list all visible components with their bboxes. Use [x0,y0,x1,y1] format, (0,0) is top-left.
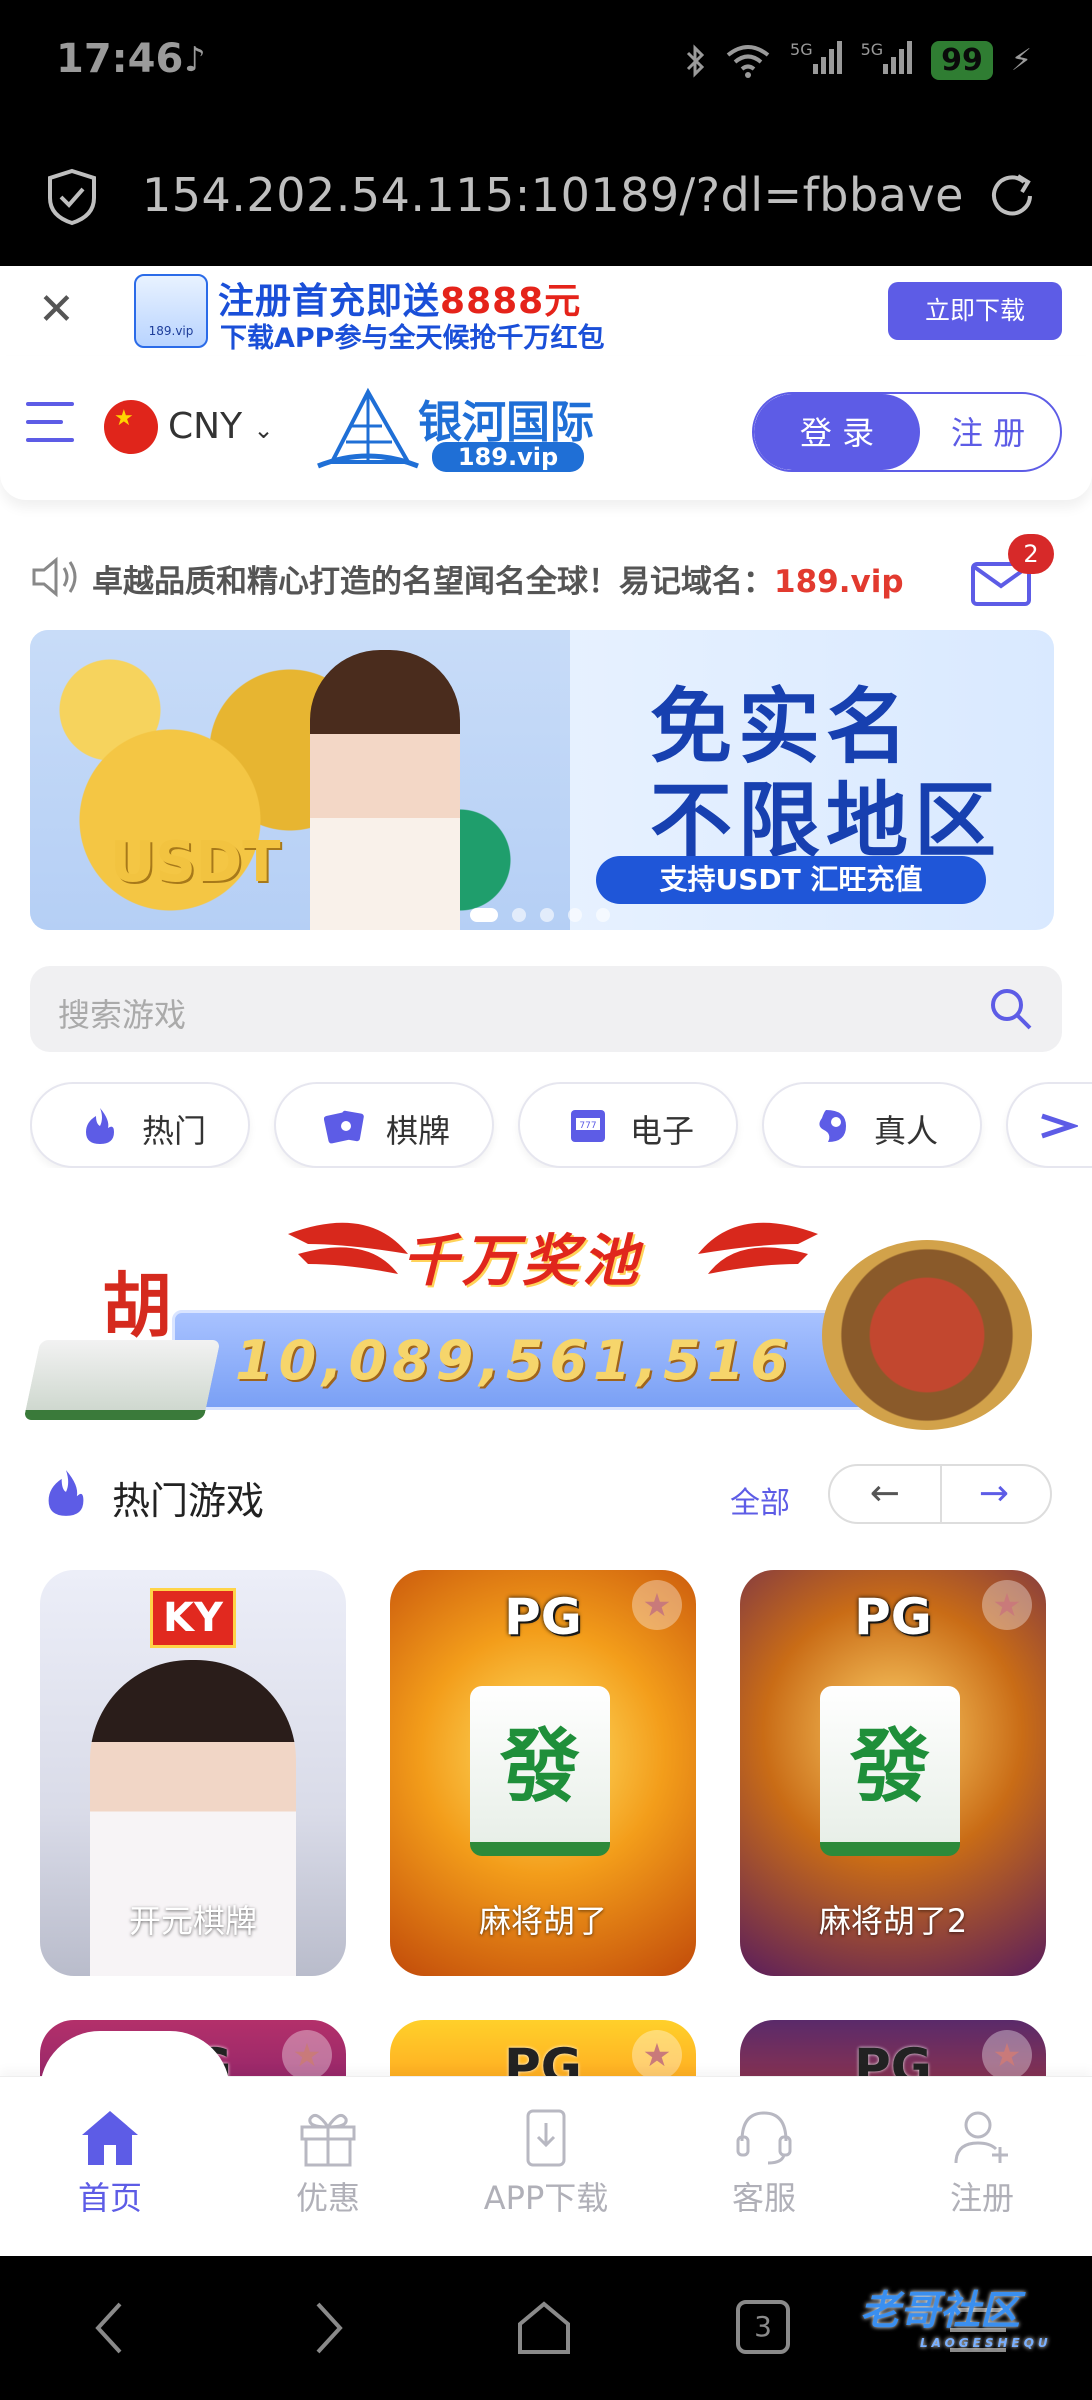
game-name: 开元棋牌 [128,1902,257,1940]
live-dealer-icon [819,1110,846,1142]
menu-icon[interactable] [26,402,74,446]
wifi-icon [726,44,770,78]
search-bar[interactable]: 搜索游戏 [30,966,1062,1052]
status-bar: 17:46 ♪ 5G 5G 99 ⚡ [0,0,1092,128]
promo-banner[interactable]: USDT 免实名 不限地区 支持USDT 汇旺充值 [30,630,1054,930]
hot-games-header: 热门游戏 全部 ← → [30,1460,1062,1530]
auth-toggle: 登 录 注 册 [752,392,1062,472]
reload-icon[interactable] [984,168,1040,224]
category-live[interactable]: 真人 [762,1082,982,1168]
category-cards[interactable]: 棋牌 [274,1082,494,1168]
nav-app-download[interactable]: APP下载 [456,2107,636,2237]
favorite-star-icon[interactable]: ★ [632,1580,682,1630]
forward-icon[interactable] [308,2300,348,2356]
charging-icon: ⚡ [1010,43,1032,78]
jackpot-banner[interactable]: 千万奖池 10,089,561,516 胡 [22,1210,1070,1438]
notice-marquee: 卓越品质和精心打造的名望闻名全球！易记域名：189.vip 2 [0,534,1092,624]
chevron-down-icon: ⌄ [253,416,274,444]
search-icon[interactable] [988,986,1034,1032]
nav-customer-service[interactable]: 客服 [674,2107,854,2237]
brand-domain: 189.vip [432,442,584,472]
search-input[interactable]: 搜索游戏 [58,990,186,1036]
carousel-dots[interactable] [470,908,610,922]
next-arrow-button[interactable]: → [938,1466,1050,1522]
favorite-star-icon[interactable]: ★ [632,2030,682,2080]
category-slots[interactable]: 777 电子 [518,1082,738,1168]
tiktok-icon: ♪ [184,40,206,80]
bluetooth-icon [686,43,705,78]
category-hot[interactable]: 热门 [30,1082,250,1168]
mahjong-hu-tile: 胡 [102,1264,172,1347]
promo-line-2: 下载APP参与全天候抢千万红包 [220,323,605,354]
notice-text: 卓越品质和精心打造的名望闻名全球！易记域名：189.vip [92,564,904,600]
category-tabs: 热门 棋牌 777 电子 真人 [30,1082,1092,1168]
fire-icon [86,1108,114,1144]
site-header: CNY ⌄ 银河国际 189.vip 登 录 注 册 [0,356,1092,500]
speaker-icon [32,556,77,598]
mahjong-tile: 發 [470,1686,610,1856]
mahjong-tile: 發 [820,1686,960,1856]
system-navigation-bar: 3 老哥社区 LAOGESHEQU [0,2256,1092,2400]
slot-machine-icon: 777 [571,1110,605,1142]
battery-indicator: 99 [931,41,993,80]
favorite-star-icon[interactable]: ★ [282,2030,332,2080]
back-icon[interactable] [90,2300,130,2356]
download-now-button[interactable]: 立即下载 [888,282,1062,340]
jackpot-amount: 10,089,561,516 [235,1329,794,1392]
nav-register[interactable]: 注册 [892,2107,1072,2237]
app-download-promo: ✕ 189.vip 注册首充即送8888元 下载APP参与全天候抢千万红包 立即… [0,266,1092,356]
status-time: 17:46 [56,36,184,82]
game-card-mahjong[interactable]: PG ★ 發 麻将胡了 [390,1570,696,1976]
game-card-mahjong-2[interactable]: PG ★ 發 麻将胡了2 [740,1570,1046,1976]
model-image [310,650,460,930]
browser-url-bar: 154.202.54.115:10189/?dl=fbbave [0,128,1092,266]
carousel-arrows: ← → [828,1464,1052,1524]
nav-home[interactable]: 首页 [20,2107,200,2237]
url-text[interactable]: 154.202.54.115:10189/?dl=fbbave [142,168,964,222]
favorite-star-icon[interactable]: ★ [982,1580,1032,1630]
banner-pill: 支持USDT 汇旺充值 [596,856,986,904]
china-flag-icon[interactable] [104,400,158,454]
watermark-logo: 老哥社区 LAOGESHEQU [860,2288,1052,2350]
game-name: 麻将胡了 [478,1902,607,1940]
hot-games-title: 热门游戏 [112,1479,265,1523]
category-more[interactable] [1006,1082,1092,1168]
sailboat-logo-icon [317,387,419,469]
see-all-link[interactable]: 全部 [730,1478,790,1522]
prev-arrow-button[interactable]: ← [830,1466,942,1522]
register-button[interactable]: 注 册 [916,394,1060,470]
svg-text:777: 777 [579,1121,596,1131]
favorite-star-icon[interactable]: ★ [982,2030,1032,2080]
jackpot-title: 千万奖池 [402,1229,642,1294]
bottom-navigation: 首页 优惠 APP下载 客服 注册 [0,2031,1092,2256]
home-button-icon[interactable] [514,2300,574,2356]
usdt-artwork-text: USDT [110,830,281,895]
login-button[interactable]: 登 录 [754,394,920,470]
shield-icon[interactable] [46,168,98,226]
home-icon [82,2111,138,2165]
provider-logo: KY [150,1588,236,1648]
headset-icon [736,2111,792,2165]
cards-icon [324,1110,364,1144]
add-user-icon [954,2111,1008,2164]
app-logo: 189.vip [134,274,208,348]
brand-logo[interactable]: 银河国际 189.vip [312,386,602,472]
fire-icon [48,1470,84,1516]
game-card-kaiyuan[interactable]: KY 开元棋牌 [40,1570,346,1976]
pirate-wheel-artwork [822,1240,1032,1430]
currency-selector[interactable]: CNY ⌄ [168,406,274,447]
mail-count-badge: 2 [1008,534,1054,574]
signal-2-icon: 5G [861,40,914,81]
close-icon[interactable]: ✕ [38,288,75,332]
jackpot-amount-bar: 10,089,561,516 [172,1310,932,1410]
download-icon [526,2109,566,2167]
web-page: ✕ 189.vip 注册首充即送8888元 下载APP参与全天候抢千万红包 立即… [0,266,1092,2086]
signal-1-icon: 5G [790,40,843,81]
brand-name: 银河国际 [418,397,594,448]
nav-promotions[interactable]: 优惠 [238,2107,418,2237]
sports-icon [1041,1113,1078,1139]
tabs-button[interactable]: 3 [736,2300,790,2354]
game-name: 麻将胡了2 [818,1902,968,1940]
gift-icon [300,2113,356,2167]
